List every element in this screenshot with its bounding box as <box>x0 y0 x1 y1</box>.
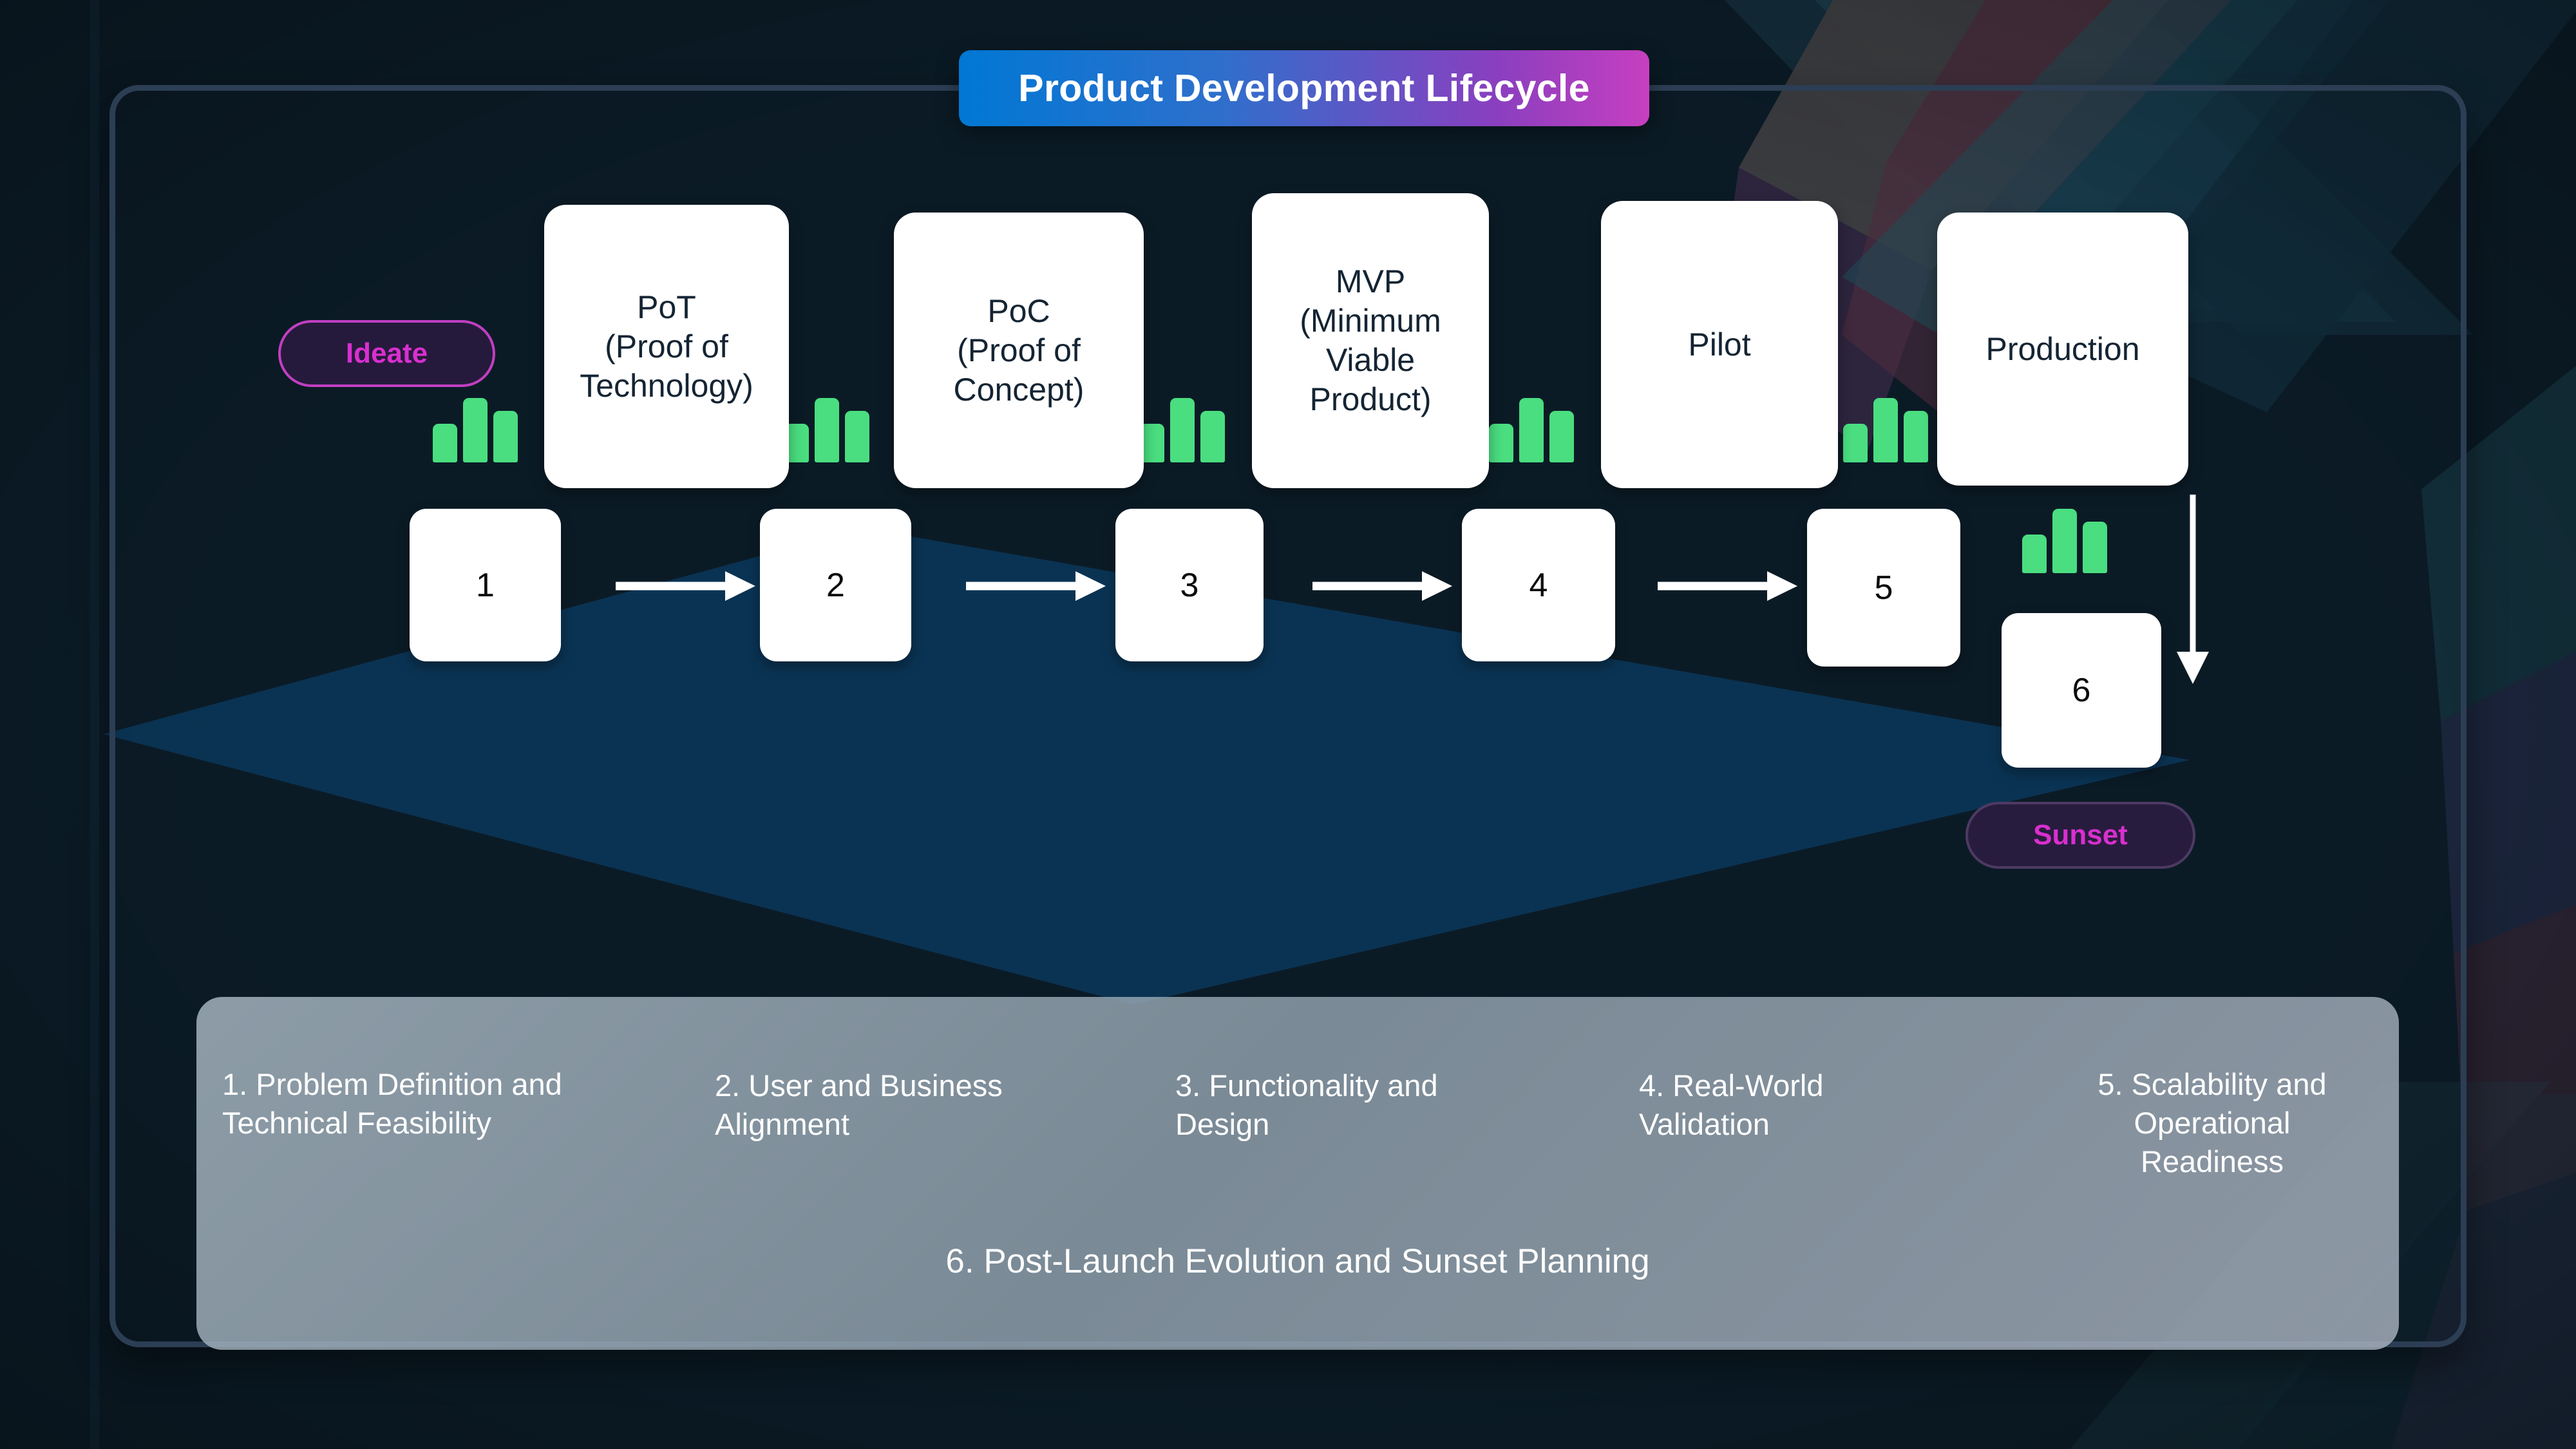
phase-card-pilot[interactable]: Pilot <box>1601 201 1838 488</box>
bar-chart-icon-3 <box>1140 398 1225 462</box>
summary-item-5: 5. Scalability and Operational Readiness <box>2038 1027 2386 1182</box>
slide-title-text: Product Development Lifecycle <box>1018 67 1590 109</box>
step-box-5-number: 5 <box>1874 569 1893 607</box>
bar-tall <box>1873 398 1898 462</box>
step-box-4-number: 4 <box>1529 566 1548 604</box>
arrow-right-icon-3 <box>1312 571 1452 601</box>
bar-medium <box>1549 411 1574 462</box>
badge-ideate-label: Ideate <box>345 337 428 369</box>
step-box-3-number: 3 <box>1180 566 1199 604</box>
arrow-right-icon-1 <box>616 571 755 601</box>
slide-title-banner: Product Development Lifecycle <box>959 50 1649 126</box>
step-box-2-number: 2 <box>826 566 845 604</box>
bar-medium <box>845 411 869 462</box>
badge-sunset[interactable]: Sunset <box>1965 802 2195 869</box>
arrow-down-icon <box>2177 495 2209 684</box>
bar-tall <box>1519 398 1544 462</box>
bar-short <box>1489 424 1513 462</box>
step-box-4[interactable]: 4 <box>1462 509 1615 661</box>
step-box-1-number: 1 <box>476 566 495 604</box>
step-box-2[interactable]: 2 <box>760 509 911 661</box>
summary-item-4-text: 4. Real-World Validation <box>1639 1068 1824 1142</box>
phase-card-pot[interactable]: PoT (Proof of Technology) <box>544 205 789 488</box>
phase-card-mvp[interactable]: MVP (Minimum Viable Product) <box>1252 193 1489 488</box>
step-box-6[interactable]: 6 <box>2002 613 2161 768</box>
phase-card-pilot-label: Pilot <box>1688 326 1751 363</box>
bar-short <box>433 424 457 462</box>
summary-item-2: 2. User and Business Alignment <box>715 1028 1166 1144</box>
summary-item-3: 3. Functionality and Design <box>1175 1028 1626 1144</box>
arrow-right-icon-2 <box>966 571 1106 601</box>
bar-medium <box>493 411 518 462</box>
summary-panel: 1. Problem Definition and Technical Feas… <box>196 997 2399 1350</box>
bar-medium <box>1200 411 1225 462</box>
bar-chart-icon-6 <box>2022 509 2107 573</box>
step-box-3[interactable]: 3 <box>1115 509 1264 661</box>
badge-sunset-label: Sunset <box>2033 819 2128 851</box>
badge-ideate[interactable]: Ideate <box>278 320 495 387</box>
bar-short <box>2022 535 2047 573</box>
bar-chart-icon-1 <box>433 398 518 462</box>
arrow-right-icon-4 <box>1658 571 1797 601</box>
bar-medium <box>1904 411 1928 462</box>
slide-canvas: Product Development Lifecycle PoT (Proof… <box>0 0 2576 1449</box>
bar-short <box>1843 424 1868 462</box>
phase-card-production[interactable]: Production <box>1937 213 2188 486</box>
summary-item-5-text: 5. Scalability and Operational Readiness <box>2098 1067 2327 1179</box>
phase-card-poc-label: PoC (Proof of Concept) <box>953 292 1084 408</box>
step-box-6-number: 6 <box>2072 672 2091 709</box>
bar-medium <box>2083 522 2107 573</box>
bar-chart-icon-2 <box>784 398 869 462</box>
summary-item-1-text: 1. Problem Definition and Technical Feas… <box>222 1067 562 1141</box>
summary-item-4: 4. Real-World Validation <box>1639 1028 2090 1144</box>
bar-tall <box>463 398 488 462</box>
phase-card-pot-label: PoT (Proof of Technology) <box>580 289 753 404</box>
phase-card-mvp-label: MVP (Minimum Viable Product) <box>1300 263 1441 417</box>
summary-footer-text: 6. Post-Launch Evolution and Sunset Plan… <box>945 1242 1650 1280</box>
phase-card-poc[interactable]: PoC (Proof of Concept) <box>894 213 1144 488</box>
bar-tall <box>1170 398 1195 462</box>
summary-item-2-text: 2. User and Business Alignment <box>715 1068 1003 1142</box>
phase-card-production-label: Production <box>1985 330 2140 367</box>
bar-tall <box>815 398 839 462</box>
summary-item-1: 1. Problem Definition and Technical Feas… <box>222 1027 731 1142</box>
bar-chart-icon-5 <box>1843 398 1928 462</box>
bar-tall <box>2052 509 2077 573</box>
summary-item-3-text: 3. Functionality and Design <box>1175 1068 1438 1142</box>
step-box-1[interactable]: 1 <box>410 509 561 661</box>
bar-chart-icon-4 <box>1489 398 1574 462</box>
step-box-5[interactable]: 5 <box>1807 509 1960 667</box>
summary-footer: 6. Post-Launch Evolution and Sunset Plan… <box>196 1242 2399 1281</box>
